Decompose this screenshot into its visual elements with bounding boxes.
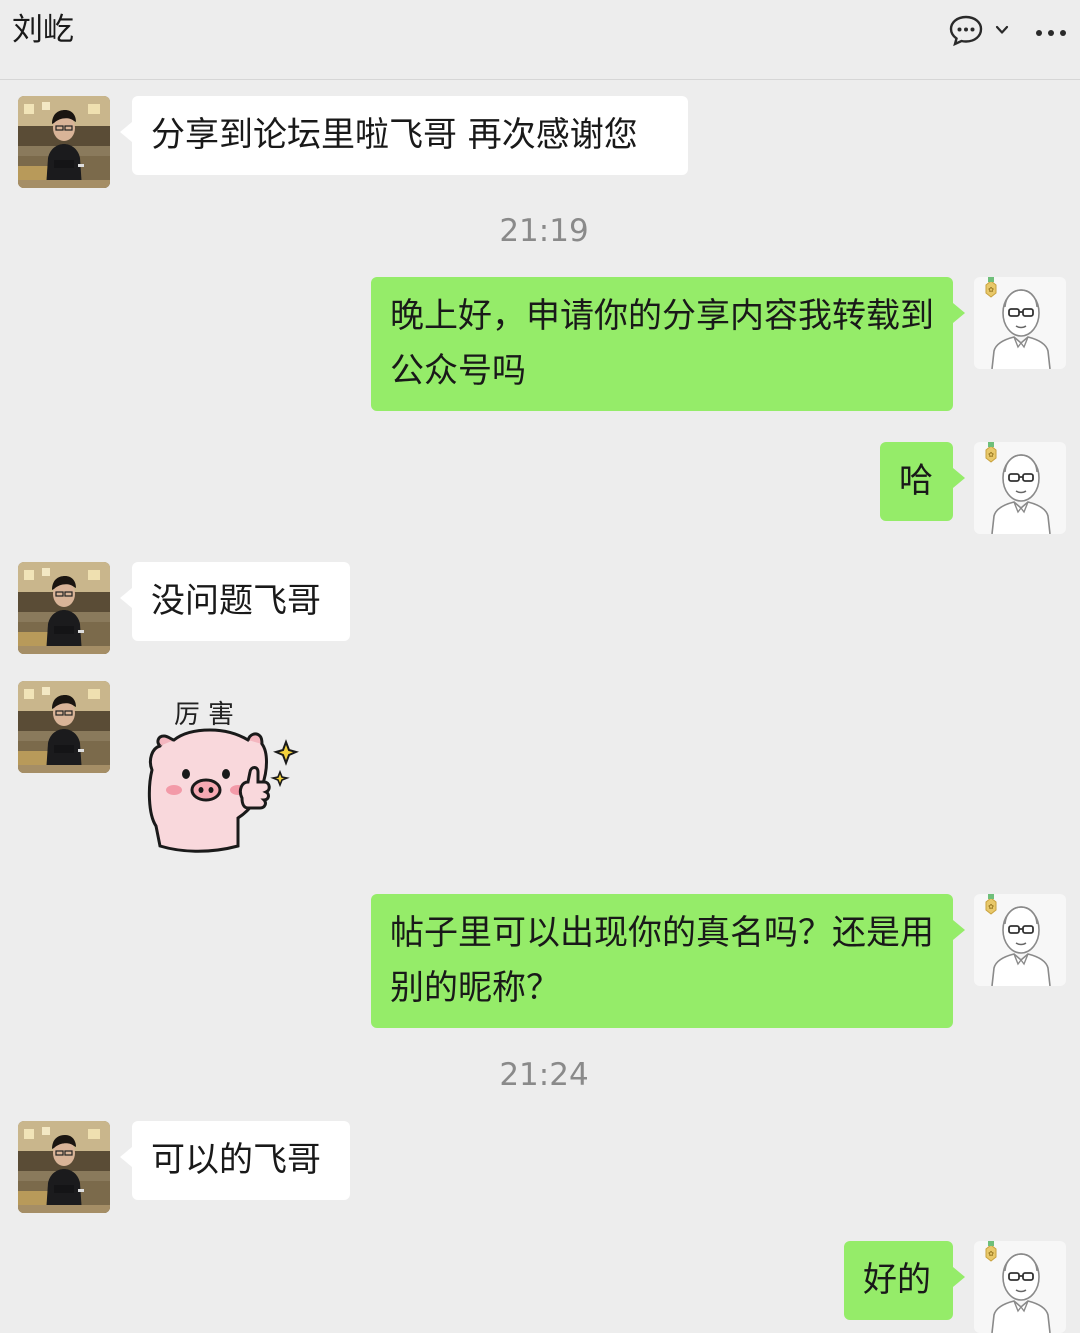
more-icon[interactable]: [1034, 24, 1068, 43]
pig-thumbs-up-sticker[interactable]: 厉害: [138, 686, 308, 856]
message-bubble-incoming[interactable]: 没问题飞哥: [120, 562, 350, 641]
contact-avatar[interactable]: [18, 1121, 110, 1213]
timestamp: 21:24: [499, 1057, 589, 1093]
contact-avatar[interactable]: [18, 681, 110, 773]
message-bubble-outgoing[interactable]: 哈: [880, 442, 965, 521]
message-bubble-outgoing[interactable]: 好的: [844, 1241, 965, 1320]
chat-title: 刘屹: [12, 12, 74, 48]
my-avatar[interactable]: [974, 442, 1066, 534]
chat-bubble-icon[interactable]: [948, 14, 984, 52]
message-bubble-incoming[interactable]: 可以的飞哥: [120, 1121, 350, 1200]
my-avatar[interactable]: [974, 277, 1066, 369]
message-bubble-outgoing[interactable]: 帖子里可以出现你的真名吗？还是用别的昵称？: [371, 894, 965, 1028]
message-bubble-incoming[interactable]: 分享到论坛里啦飞哥 再次感谢您: [120, 96, 688, 175]
message-bubble-outgoing[interactable]: 晚上好，申请你的分享内容我转载到公众号吗: [371, 277, 965, 411]
my-avatar[interactable]: [974, 1241, 1066, 1333]
contact-avatar[interactable]: [18, 562, 110, 654]
chevron-down-icon[interactable]: [994, 22, 1010, 41]
chat-header: 刘屹: [0, 0, 1080, 80]
message-list[interactable]: 分享到论坛里啦飞哥 再次感谢您 21:19 晚上好，申请你的分享内容我转载到公众…: [0, 80, 1080, 1321]
contact-avatar[interactable]: [18, 96, 110, 188]
timestamp: 21:19: [499, 213, 589, 249]
my-avatar[interactable]: [974, 894, 1066, 986]
